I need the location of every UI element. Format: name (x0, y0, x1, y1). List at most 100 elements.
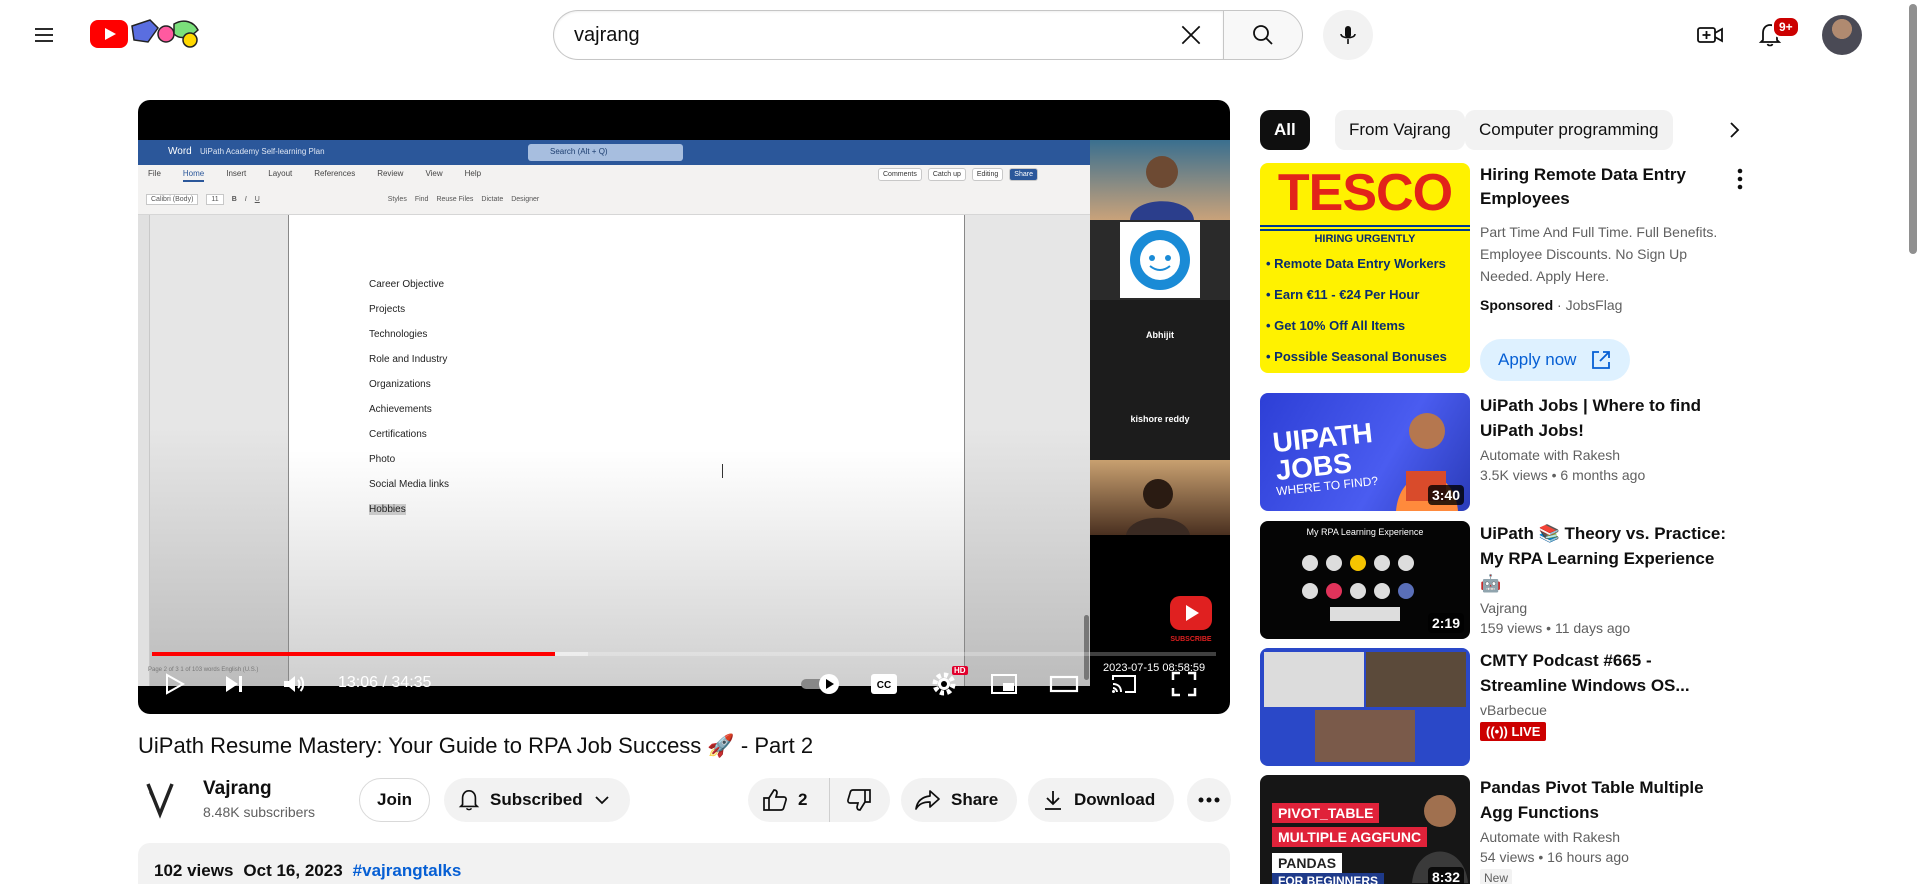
description-box[interactable]: 102 views Oct 16, 2023 #vajrangtalks (138, 843, 1230, 884)
dislike-button[interactable] (830, 778, 888, 822)
word-styles: Styles (387, 195, 407, 203)
subscriber-count: 8.48K subscribers (203, 804, 316, 820)
video-channel[interactable]: Automate with Rakesh (1480, 829, 1740, 845)
fullscreen-button[interactable] (1166, 666, 1202, 702)
list-item: Photo (369, 454, 396, 465)
search-input[interactable] (574, 23, 1171, 47)
word-catchup-button: Catch up (927, 168, 966, 181)
word-tab: Layout (268, 169, 293, 178)
ad-thumb-points: • Remote Data Entry Workers • Earn €11 -… (1266, 248, 1447, 372)
chip-all[interactable]: All (1260, 110, 1310, 150)
mute-button[interactable] (276, 666, 312, 702)
ad-thumb-heading: HIRING URGENTLY (1314, 233, 1416, 245)
upload-date: Oct 16, 2023 (243, 861, 343, 880)
video-thumbnail[interactable]: UIPATH JOBS WHERE TO FIND? 3:40 (1260, 393, 1470, 511)
video-info: CMTY Podcast #665 - Streamline Windows O… (1480, 648, 1740, 741)
page-scrollbar-thumb[interactable] (1909, 4, 1917, 254)
hashtag-link[interactable]: #vajrangtalks (353, 861, 462, 881)
doodle-logo[interactable] (128, 16, 208, 50)
share-button[interactable]: Share (901, 778, 1017, 822)
list-item: • Get 10% Off All Items (1266, 318, 1406, 333)
create-button[interactable] (1690, 15, 1730, 55)
recommended-video[interactable]: My RPA Learning Experience 2:19 UiPath 📚… (1260, 521, 1760, 639)
apply-now-button[interactable]: Apply now (1480, 339, 1630, 381)
word-tab: Help (464, 169, 482, 178)
share-icon (915, 790, 940, 810)
video-thumbnail[interactable]: My RPA Learning Experience 2:19 (1260, 521, 1470, 639)
word-font-name: Calibri (Body) (146, 193, 199, 205)
hd-badge: HD (952, 666, 968, 675)
volume-icon (284, 676, 305, 692)
voice-search-button[interactable] (1323, 10, 1373, 60)
share-label: Share (951, 790, 999, 809)
video-title-link[interactable]: UiPath Jobs | Where to find UiPath Jobs! (1480, 393, 1740, 443)
clear-search-button[interactable] (1171, 15, 1211, 55)
like-button[interactable]: 2 (748, 778, 830, 822)
channel-name[interactable]: Vajrang (203, 778, 272, 800)
theater-mode-button[interactable] (1046, 666, 1082, 702)
search-button[interactable] (1223, 10, 1303, 60)
video-title-link[interactable]: CMTY Podcast #665 - Streamline Windows O… (1480, 648, 1740, 698)
word-tab: Insert (226, 169, 247, 178)
ad-more-button[interactable] (1730, 165, 1750, 193)
miniplayer-button[interactable] (986, 666, 1022, 702)
youtube-logo[interactable] (90, 20, 128, 48)
word-reuse-files: Reuse Files (436, 195, 474, 203)
captions-icon: CC (871, 674, 897, 694)
duration: 34:35 (391, 674, 432, 691)
thumb-line: MULTIPLE AGGFUNC (1272, 827, 1428, 847)
page-scrollbar[interactable] (1906, 0, 1920, 884)
join-button[interactable]: Join (359, 778, 430, 822)
word-tab: Review (377, 169, 404, 178)
account-avatar[interactable] (1822, 15, 1862, 55)
person-icon (1130, 156, 1194, 220)
video-thumbnail[interactable] (1260, 648, 1470, 766)
video-channel[interactable]: Vajrang (1480, 600, 1740, 616)
ad-info: Hiring Remote Data Entry Employees Part … (1480, 163, 1740, 313)
word-tab: View (425, 169, 443, 178)
progress-bar[interactable] (152, 652, 1216, 656)
chip-from-vajrang[interactable]: From Vajrang (1335, 110, 1465, 150)
video-title-link[interactable]: Pandas Pivot Table Multiple Agg Function… (1480, 775, 1740, 825)
podcast-tile (1315, 710, 1415, 762)
apply-now-label: Apply now (1498, 350, 1577, 369)
recommended-video[interactable]: CMTY Podcast #665 - Streamline Windows O… (1260, 648, 1760, 766)
video-player[interactable]: Word UiPath Academy Self-learning Plan S… (138, 100, 1230, 714)
notification-count-badge: 9+ (1772, 16, 1800, 38)
autoplay-toggle[interactable] (796, 666, 846, 702)
video-channel[interactable]: Automate with Rakesh (1480, 447, 1740, 463)
list-item: Projects (369, 304, 406, 315)
video-duration: 8:32 (1427, 867, 1464, 884)
thumb-line: FOR BEGINNERS (1272, 873, 1385, 884)
sponsored-ad[interactable]: TESCO HIRING URGENTLY • Remote Data Entr… (1260, 163, 1760, 381)
subscribed-button[interactable]: Subscribed (444, 778, 630, 822)
cast-button[interactable] (1106, 666, 1142, 702)
ad-thumbnail[interactable]: TESCO HIRING URGENTLY • Remote Data Entr… (1260, 163, 1470, 373)
next-button[interactable] (216, 666, 252, 702)
more-actions-button[interactable] (1187, 778, 1231, 822)
more-vertical-icon (1737, 168, 1743, 190)
captions-button[interactable]: CC (866, 666, 902, 702)
ad-title[interactable]: Hiring Remote Data Entry Employees (1480, 163, 1740, 211)
download-button[interactable]: Download (1028, 778, 1174, 822)
chips-next-button[interactable] (1716, 112, 1752, 148)
subscribed-label: Subscribed (490, 790, 583, 809)
new-badge: New (1480, 869, 1513, 884)
word-document-title: UiPath Academy Self-learning Plan (200, 147, 325, 156)
word-page: Career Objective Projects Technologies R… (288, 215, 965, 686)
video-thumbnail[interactable]: PIVOT_TABLE MULTIPLE AGGFUNC PANDAS FOR … (1260, 775, 1470, 884)
chip-computer-programming[interactable]: Computer programming (1465, 110, 1673, 150)
play-button[interactable] (156, 666, 192, 702)
video-channel[interactable]: vBarbecue (1480, 702, 1740, 718)
sponsored-label: Sponsored (1480, 297, 1554, 313)
video-title-link[interactable]: UiPath 📚 Theory vs. Practice: My RPA Lea… (1480, 521, 1740, 596)
download-icon (1045, 791, 1061, 810)
podcast-tile (1264, 652, 1364, 707)
channel-logo-icon (146, 783, 174, 819)
channel-avatar[interactable] (138, 778, 182, 822)
recommended-video[interactable]: UIPATH JOBS WHERE TO FIND? 3:40 UiPath J… (1260, 393, 1760, 511)
recommended-video[interactable]: PIVOT_TABLE MULTIPLE AGGFUNC PANDAS FOR … (1260, 775, 1760, 884)
video-info: Pandas Pivot Table Multiple Agg Function… (1480, 775, 1740, 884)
guide-menu-button[interactable] (24, 15, 64, 55)
list-item: • Remote Data Entry Workers (1266, 256, 1446, 271)
